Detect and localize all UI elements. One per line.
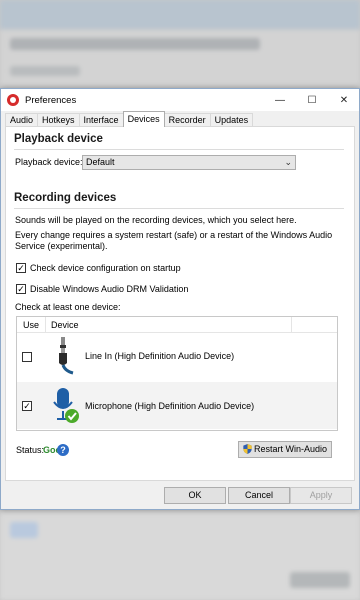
maximize-button[interactable]: ☐ [295,89,329,111]
devices-panel: Playback device Playback device: Default… [5,126,355,481]
restart-note-line2: Service (experimental). [15,241,108,251]
tab-updates[interactable]: Updates [209,113,254,127]
cancel-button[interactable]: Cancel [228,487,290,504]
column-use: Use [23,320,40,330]
title-bar: Preferences — ☐ ✕ [1,89,359,111]
apply-button[interactable]: Apply [290,487,352,504]
list-item[interactable]: Line In (High Definition Audio Device) [17,334,337,381]
tab-strip: Audio Hotkeys Interface Devices Recorder… [5,111,254,127]
divider [14,149,344,150]
app-logo-icon [7,94,19,106]
device-checkbox-line-in[interactable] [22,352,32,362]
restart-note-line1: Every change requires a system restart (… [15,230,333,240]
help-icon[interactable]: ? [57,444,69,456]
restart-win-audio-label: Restart Win-Audio [253,444,328,454]
playback-device-label: Playback device: [15,157,83,167]
check-config-checkbox[interactable]: ✓ [16,263,26,273]
playback-device-value: Default [86,157,115,167]
playback-device-select[interactable]: Default ⌄ [82,155,296,170]
uac-shield-icon [243,444,252,454]
restart-win-audio-button[interactable]: Restart Win-Audio [238,441,332,458]
disable-drm-checkbox[interactable]: ✓ [16,284,26,294]
recording-device-list: Use Device Line In (High Definition Audi… [16,316,338,431]
tab-interface[interactable]: Interface [78,113,124,127]
status-label: Status: [16,445,45,455]
tab-devices[interactable]: Devices [122,111,165,127]
tab-recorder[interactable]: Recorder [163,113,211,127]
check-config-label: Check device configuration on startup [30,263,181,273]
playback-heading: Playback device [14,133,103,145]
window-title: Preferences [25,94,77,106]
check-device-note: Check at least one device: [15,302,121,312]
device-name: Line In (High Definition Audio Device) [85,351,235,361]
preferences-dialog: Preferences — ☐ ✕ Audio Hotkeys Interfac… [0,88,360,510]
microphone-icon [53,388,79,423]
minimize-button[interactable]: — [263,89,297,111]
device-name: Microphone (High Definition Audio Device… [85,401,255,411]
column-device: Device [51,320,79,330]
disable-drm-label: Disable Windows Audio DRM Validation [30,284,189,294]
list-header: Use Device [17,317,337,333]
list-item[interactable]: ✓ Microphone (High Definition Audio Devi… [17,382,337,429]
line-in-jack-icon [59,337,74,375]
tab-hotkeys[interactable]: Hotkeys [37,113,80,127]
recording-description: Sounds will be played on the recording d… [15,215,297,225]
chevron-down-icon: ⌄ [284,157,292,167]
device-checkbox-microphone[interactable]: ✓ [22,401,32,411]
recording-heading: Recording devices [14,192,117,204]
divider [14,208,344,209]
close-button[interactable]: ✕ [327,89,360,111]
ok-button[interactable]: OK [164,487,226,504]
tab-audio[interactable]: Audio [5,113,39,127]
